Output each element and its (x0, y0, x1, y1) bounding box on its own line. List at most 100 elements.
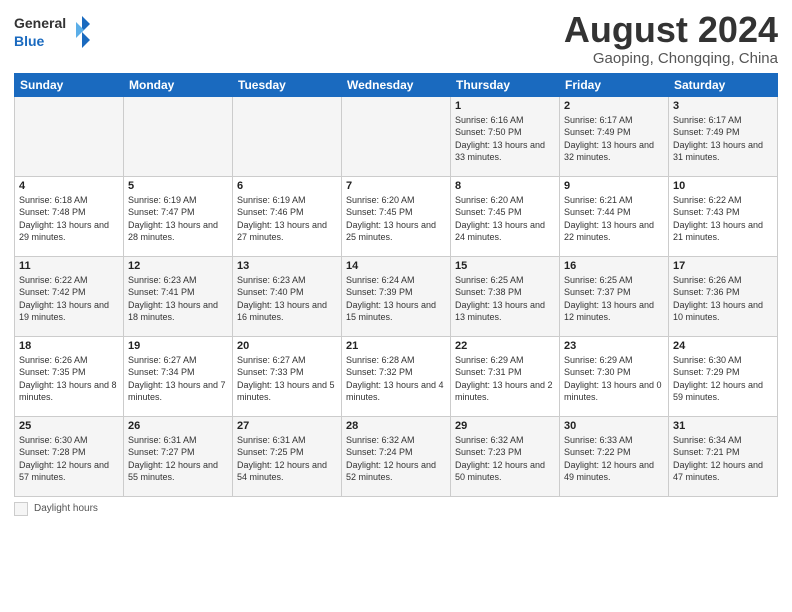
cell-info: Sunrise: 6:31 AM Sunset: 7:25 PM Dayligh… (237, 434, 337, 484)
calendar-cell: 6 Sunrise: 6:19 AM Sunset: 7:46 PM Daylig… (233, 176, 342, 256)
calendar-cell (233, 96, 342, 176)
cell-info: Sunrise: 6:28 AM Sunset: 7:32 PM Dayligh… (346, 354, 446, 404)
col-header-friday: Friday (560, 73, 669, 96)
day-number: 12 (128, 260, 228, 272)
logo-icon: General Blue (14, 10, 94, 54)
calendar-cell (15, 96, 124, 176)
cell-info: Sunrise: 6:21 AM Sunset: 7:44 PM Dayligh… (564, 194, 664, 244)
header: General Blue August 2024 Gaoping, Chongq… (14, 10, 778, 67)
calendar-cell: 11 Sunrise: 6:22 AM Sunset: 7:42 PM Dayli… (15, 256, 124, 336)
legend-box (14, 502, 28, 516)
cell-info: Sunrise: 6:32 AM Sunset: 7:24 PM Dayligh… (346, 434, 446, 484)
day-number: 3 (673, 100, 773, 112)
calendar-cell: 12 Sunrise: 6:23 AM Sunset: 7:41 PM Dayli… (124, 256, 233, 336)
day-number: 21 (346, 340, 446, 352)
cell-info: Sunrise: 6:25 AM Sunset: 7:38 PM Dayligh… (455, 274, 555, 324)
calendar-cell: 16 Sunrise: 6:25 AM Sunset: 7:37 PM Dayli… (560, 256, 669, 336)
cell-info: Sunrise: 6:32 AM Sunset: 7:23 PM Dayligh… (455, 434, 555, 484)
cell-info: Sunrise: 6:22 AM Sunset: 7:42 PM Dayligh… (19, 274, 119, 324)
logo: General Blue (14, 10, 94, 54)
svg-text:General: General (14, 15, 66, 31)
day-number: 15 (455, 260, 555, 272)
day-number: 19 (128, 340, 228, 352)
day-number: 22 (455, 340, 555, 352)
cell-info: Sunrise: 6:17 AM Sunset: 7:49 PM Dayligh… (564, 114, 664, 164)
col-header-saturday: Saturday (669, 73, 778, 96)
day-number: 16 (564, 260, 664, 272)
cell-info: Sunrise: 6:20 AM Sunset: 7:45 PM Dayligh… (455, 194, 555, 244)
cell-info: Sunrise: 6:23 AM Sunset: 7:41 PM Dayligh… (128, 274, 228, 324)
calendar-cell: 10 Sunrise: 6:22 AM Sunset: 7:43 PM Dayli… (669, 176, 778, 256)
calendar-cell: 2Sunrise: 6:17 AM Sunset: 7:49 PM Daylig… (560, 96, 669, 176)
week-row-2: 4Sunrise: 6:18 AM Sunset: 7:48 PM Daylig… (15, 176, 778, 256)
col-header-sunday: Sunday (15, 73, 124, 96)
cell-info: Sunrise: 6:22 AM Sunset: 7:43 PM Dayligh… (673, 194, 773, 244)
calendar-cell: 9 Sunrise: 6:21 AM Sunset: 7:44 PM Daylig… (560, 176, 669, 256)
cell-info: Sunrise: 6:19 AM Sunset: 7:47 PM Dayligh… (128, 194, 228, 244)
title-block: August 2024 Gaoping, Chongqing, China (564, 10, 778, 67)
cell-info: Sunrise: 6:23 AM Sunset: 7:40 PM Dayligh… (237, 274, 337, 324)
cell-info: Sunrise: 6:30 AM Sunset: 7:29 PM Dayligh… (673, 354, 773, 404)
cell-info: Sunrise: 6:29 AM Sunset: 7:30 PM Dayligh… (564, 354, 664, 404)
col-header-tuesday: Tuesday (233, 73, 342, 96)
cell-info: Sunrise: 6:26 AM Sunset: 7:35 PM Dayligh… (19, 354, 119, 404)
cell-info: Sunrise: 6:27 AM Sunset: 7:33 PM Dayligh… (237, 354, 337, 404)
calendar-table: SundayMondayTuesdayWednesdayThursdayFrid… (14, 73, 778, 497)
cell-info: Sunrise: 6:17 AM Sunset: 7:49 PM Dayligh… (673, 114, 773, 164)
calendar-cell: 17 Sunrise: 6:26 AM Sunset: 7:36 PM Dayli… (669, 256, 778, 336)
main-container: General Blue August 2024 Gaoping, Chongq… (0, 0, 792, 524)
calendar-cell: 29 Sunrise: 6:32 AM Sunset: 7:23 PM Dayli… (451, 416, 560, 496)
col-header-thursday: Thursday (451, 73, 560, 96)
calendar-cell: 25 Sunrise: 6:30 AM Sunset: 7:28 PM Dayli… (15, 416, 124, 496)
calendar-cell: 3 Sunrise: 6:17 AM Sunset: 7:49 PM Daylig… (669, 96, 778, 176)
week-row-4: 18Sunrise: 6:26 AM Sunset: 7:35 PM Dayli… (15, 336, 778, 416)
cell-info: Sunrise: 6:16 AM Sunset: 7:50 PM Dayligh… (455, 114, 555, 164)
calendar-cell: 1 Sunrise: 6:16 AM Sunset: 7:50 PM Daylig… (451, 96, 560, 176)
header-row: SundayMondayTuesdayWednesdayThursdayFrid… (15, 73, 778, 96)
cell-info: Sunrise: 6:34 AM Sunset: 7:21 PM Dayligh… (673, 434, 773, 484)
day-number: 9 (564, 180, 664, 192)
day-number: 6 (237, 180, 337, 192)
col-header-monday: Monday (124, 73, 233, 96)
location: Gaoping, Chongqing, China (564, 50, 778, 67)
week-row-1: 1 Sunrise: 6:16 AM Sunset: 7:50 PM Daylig… (15, 96, 778, 176)
day-number: 20 (237, 340, 337, 352)
calendar-cell: 8 Sunrise: 6:20 AM Sunset: 7:45 PM Daylig… (451, 176, 560, 256)
calendar-cell: 4Sunrise: 6:18 AM Sunset: 7:48 PM Daylig… (15, 176, 124, 256)
day-number: 7 (346, 180, 446, 192)
col-header-wednesday: Wednesday (342, 73, 451, 96)
calendar-cell: 26Sunrise: 6:31 AM Sunset: 7:27 PM Dayli… (124, 416, 233, 496)
legend: Daylight hours (14, 502, 778, 516)
day-number: 11 (19, 260, 119, 272)
calendar-cell: 27Sunrise: 6:31 AM Sunset: 7:25 PM Dayli… (233, 416, 342, 496)
calendar-cell: 28Sunrise: 6:32 AM Sunset: 7:24 PM Dayli… (342, 416, 451, 496)
calendar-cell: 18Sunrise: 6:26 AM Sunset: 7:35 PM Dayli… (15, 336, 124, 416)
calendar-cell (342, 96, 451, 176)
day-number: 24 (673, 340, 773, 352)
calendar-cell: 30Sunrise: 6:33 AM Sunset: 7:22 PM Dayli… (560, 416, 669, 496)
calendar-cell: 23 Sunrise: 6:29 AM Sunset: 7:30 PM Dayli… (560, 336, 669, 416)
day-number: 10 (673, 180, 773, 192)
cell-info: Sunrise: 6:25 AM Sunset: 7:37 PM Dayligh… (564, 274, 664, 324)
cell-info: Sunrise: 6:24 AM Sunset: 7:39 PM Dayligh… (346, 274, 446, 324)
calendar-cell: 5Sunrise: 6:19 AM Sunset: 7:47 PM Daylig… (124, 176, 233, 256)
calendar-cell: 31Sunrise: 6:34 AM Sunset: 7:21 PM Dayli… (669, 416, 778, 496)
cell-info: Sunrise: 6:26 AM Sunset: 7:36 PM Dayligh… (673, 274, 773, 324)
month-title: August 2024 (564, 10, 778, 50)
day-number: 29 (455, 420, 555, 432)
day-number: 1 (455, 100, 555, 112)
day-number: 23 (564, 340, 664, 352)
day-number: 8 (455, 180, 555, 192)
day-number: 25 (19, 420, 119, 432)
calendar-cell (124, 96, 233, 176)
calendar-cell: 22 Sunrise: 6:29 AM Sunset: 7:31 PM Dayli… (451, 336, 560, 416)
day-number: 13 (237, 260, 337, 272)
cell-info: Sunrise: 6:30 AM Sunset: 7:28 PM Dayligh… (19, 434, 119, 484)
legend-label: Daylight hours (34, 503, 98, 514)
calendar-cell: 19Sunrise: 6:27 AM Sunset: 7:34 PM Dayli… (124, 336, 233, 416)
cell-info: Sunrise: 6:29 AM Sunset: 7:31 PM Dayligh… (455, 354, 555, 404)
cell-info: Sunrise: 6:31 AM Sunset: 7:27 PM Dayligh… (128, 434, 228, 484)
cell-info: Sunrise: 6:18 AM Sunset: 7:48 PM Dayligh… (19, 194, 119, 244)
day-number: 17 (673, 260, 773, 272)
cell-info: Sunrise: 6:19 AM Sunset: 7:46 PM Dayligh… (237, 194, 337, 244)
